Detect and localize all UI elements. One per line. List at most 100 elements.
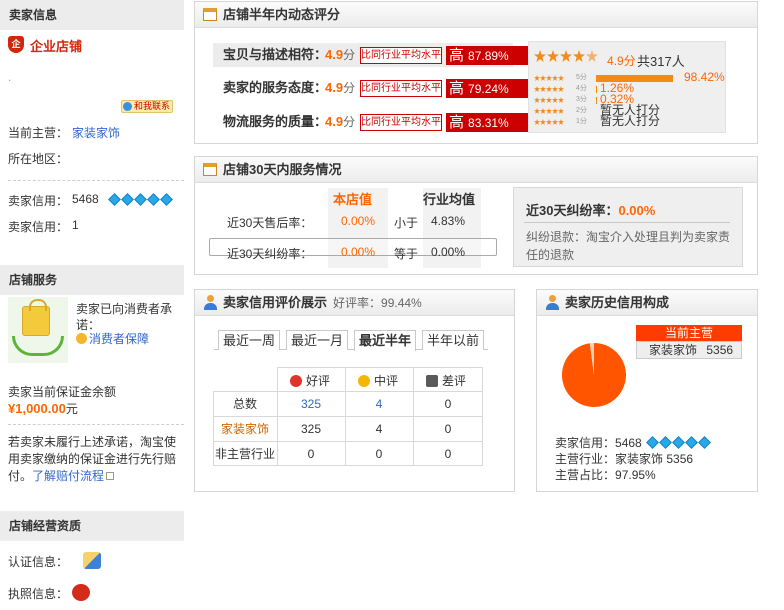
location-label: 所在地区： xyxy=(8,152,69,166)
dispute-divider xyxy=(524,222,730,223)
good-rate: 好评率：99.44% xyxy=(333,296,422,310)
user-icon xyxy=(204,295,217,310)
col-mid: 中评 xyxy=(358,372,398,389)
deposit-label: 卖家当前保证金余额 xyxy=(8,385,117,399)
dsr-score: 4.9分 xyxy=(325,114,356,129)
col-good: 好评 xyxy=(290,372,330,389)
diamond-icon xyxy=(160,193,173,206)
dispute-label: 近30天纠纷率： xyxy=(227,247,313,261)
promise-text: 卖家已向消费者承诺： xyxy=(76,302,173,332)
mini-star-icon xyxy=(540,75,546,81)
mini-star-icon xyxy=(546,75,552,81)
dispute-title: 近30天纠纷率：0.00% xyxy=(526,203,656,218)
half-star-icon xyxy=(586,50,598,62)
mini-star-icon xyxy=(552,75,558,81)
star-icon xyxy=(573,50,585,62)
deposit-amount-row: ¥1,000.00元 xyxy=(8,400,78,417)
tab-last-month[interactable]: 最近一月 xyxy=(286,330,348,350)
distribution-stars-label: 5分 xyxy=(576,74,587,81)
calendar-icon xyxy=(203,8,217,21)
mini-star-icon xyxy=(552,97,558,103)
shop-value-header: 本店值 xyxy=(333,192,373,207)
deposit-notice: 若卖家未履行上述承诺，淘宝使用卖家缴纳的保证金进行先行赔付。了解赔付流程 xyxy=(8,435,177,483)
shop-dot: . xyxy=(8,70,12,84)
contact-me-button[interactable]: 和我联系 xyxy=(121,100,173,113)
mini-star-icon xyxy=(558,97,564,103)
license-emblem-icon[interactable] xyxy=(72,584,90,601)
certification-icon[interactable] xyxy=(83,552,101,569)
dsr-panel-header: 店铺半年内动态评分 xyxy=(195,2,757,28)
dsr-compare: 比同行业平均水平 xyxy=(360,114,442,131)
row-label-main: 家装家饰 xyxy=(220,422,269,436)
total-good[interactable]: 325 xyxy=(277,392,345,416)
distribution-bar xyxy=(596,86,597,93)
mini-star-icon xyxy=(540,108,546,114)
mini-star-icon xyxy=(534,119,540,125)
dsr-high-badge: 高 79.24% xyxy=(446,79,530,98)
external-link-icon xyxy=(106,472,115,480)
diamond-icon xyxy=(121,193,134,206)
after-sale-label: 近30天售后率： xyxy=(227,216,313,230)
mini-star-icon xyxy=(534,86,540,92)
service-panel-header: 店铺30天内服务情况 xyxy=(195,157,757,183)
qualification-header: 店铺经营资质 xyxy=(0,511,184,541)
rating-distribution-box: 4.9分 共317人 5分 98.42% 4分 1.26% 3分 0.32% 2分 暂无人打分… xyxy=(528,41,726,133)
main-good: 325 xyxy=(300,422,322,436)
enterprise-shield-icon: 企 xyxy=(8,36,24,53)
consumer-guarantee-link[interactable]: 消费者保障 xyxy=(76,330,149,347)
other-mid: 0 xyxy=(375,447,383,461)
after-sale-shop-value: 0.00% xyxy=(341,214,376,228)
tab-last-week[interactable]: 最近一周 xyxy=(218,330,280,350)
star-icon xyxy=(560,50,572,62)
main-business-link[interactable]: 家装家饰 xyxy=(72,124,120,141)
bad-plant-icon xyxy=(426,375,438,387)
mini-star-icon xyxy=(558,108,564,114)
distribution-stars-label: 4分 xyxy=(576,85,587,92)
mini-star-icon xyxy=(552,108,558,114)
main-mid: 4 xyxy=(375,422,383,436)
distribution-percent: 暂无人打分 xyxy=(600,114,661,128)
row-label-other: 非主营行业 xyxy=(214,447,275,461)
mid-flower-icon xyxy=(358,375,370,387)
col-bad: 差评 xyxy=(426,372,466,389)
credit-pie-chart xyxy=(562,343,626,407)
distribution-stars-label: 2分 xyxy=(576,107,587,114)
compensation-process-link[interactable]: 了解赔付流程 xyxy=(32,469,104,483)
guarantee-icon xyxy=(76,333,87,344)
dsr-compare: 比同行业平均水平 xyxy=(360,80,442,97)
row-label-total: 总数 xyxy=(232,397,257,411)
tab-before-half-year[interactable]: 半年以前 xyxy=(422,330,484,350)
seller-rate-label: 卖家信用： xyxy=(8,220,69,234)
diamond-icon xyxy=(658,436,672,449)
tab-last-half-year[interactable]: 最近半年 xyxy=(354,330,416,351)
dsr-label: 宝贝与描述相符： xyxy=(223,47,328,62)
dsr-label: 卖家的服务态度： xyxy=(223,80,328,95)
mini-star-icon xyxy=(552,119,558,125)
cert-label: 认证信息： xyxy=(8,555,69,569)
history-diamonds xyxy=(645,436,711,450)
total-mid[interactable]: 4 xyxy=(345,392,413,416)
dsr-row-service: 卖家的服务态度： 4.9分 比同行业平均水平 高 79.24% xyxy=(213,76,530,100)
seller-credit-value: 5468 xyxy=(72,192,99,206)
distribution-stars-label: 1分 xyxy=(576,118,587,125)
mini-star-icon xyxy=(546,97,552,103)
mini-star-icon xyxy=(534,108,540,114)
diamond-icon xyxy=(671,436,685,449)
rating-table-corner xyxy=(213,367,277,391)
deposit-unit: 元 xyxy=(65,402,78,416)
credit-panel-header: 卖家信用评价展示 好评率：99.44% xyxy=(195,290,514,316)
dispute-compare: 等于 xyxy=(394,247,419,261)
after-sale-compare: 小于 xyxy=(394,216,419,230)
deposit-amount: ¥1,000.00 xyxy=(8,401,66,416)
mini-star-icon xyxy=(552,86,558,92)
calendar-icon xyxy=(203,163,217,176)
other-bad: 0 xyxy=(444,447,452,461)
sidebar-divider xyxy=(8,424,184,425)
summary-count: 共317人 xyxy=(637,54,685,69)
seller-credit-label: 卖家信用： xyxy=(8,194,69,208)
user-icon xyxy=(546,295,559,310)
dsr-score: 4.9分 xyxy=(325,47,356,62)
dispute-shop-value: 0.00% xyxy=(341,245,376,259)
service-panel: 店铺30天内服务情况 本店值 行业均值 近30天售后率： 0.00% 小于 4.… xyxy=(194,156,758,275)
dispute-industry-value: 0.00% xyxy=(431,245,466,259)
